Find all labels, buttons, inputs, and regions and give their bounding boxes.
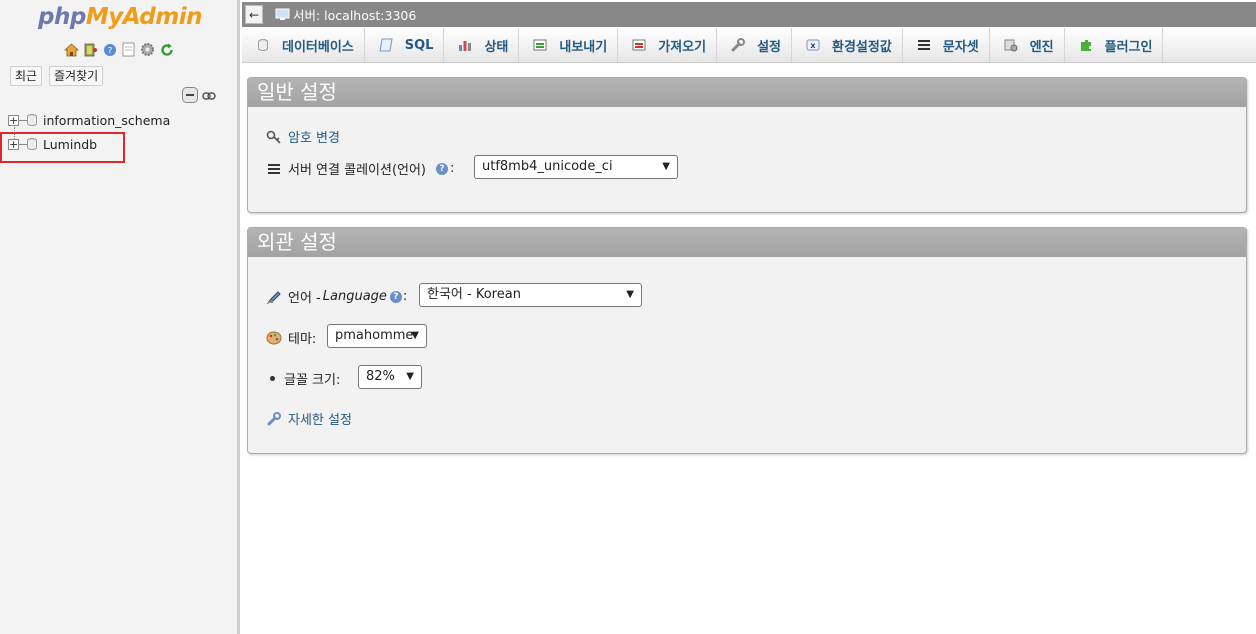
tree-line	[19, 119, 27, 121]
change-password-row: 암호 변경	[266, 127, 340, 146]
change-password-link[interactable]: 암호 변경	[288, 127, 340, 146]
help-icon[interactable]: ?	[102, 42, 117, 57]
status-icon	[458, 38, 472, 52]
more-settings-row: 자세한 설정	[266, 409, 352, 428]
nav-icon-bar: ?	[64, 42, 174, 57]
import-icon	[632, 38, 646, 52]
navigation-panel: phpMyAdmin ? 최근 즐겨찾기 + information_schem…	[0, 0, 240, 634]
tab-engines[interactable]: 엔진	[990, 28, 1065, 62]
appearance-settings-panel: 외관 설정 언어 - Language ? : 한국어 - Korean ▼ 테…	[247, 227, 1247, 454]
panel-title: 일반 설정	[248, 78, 1246, 107]
back-button[interactable]: ←	[245, 5, 263, 24]
recent-button[interactable]: 최근	[10, 66, 43, 86]
tab-variables[interactable]: x 환경설정값	[792, 28, 903, 62]
database-name[interactable]: information_schema	[43, 113, 170, 128]
server-icon	[275, 8, 290, 20]
favorites-button[interactable]: 즐겨찾기	[49, 66, 104, 86]
database-icon	[256, 38, 270, 52]
theme-label: 테마:	[288, 332, 317, 347]
settings-icon[interactable]	[140, 42, 155, 57]
plugin-icon	[1079, 38, 1093, 52]
highlight-annotation	[0, 132, 125, 163]
chevron-down-icon: ▼	[406, 371, 414, 382]
database-icon	[27, 114, 37, 126]
general-settings-panel: 일반 설정 암호 변경 서버 연결 콜레이션(언어) ? : utf8mb4_u…	[247, 77, 1247, 213]
variables-icon: x	[806, 38, 820, 52]
tab-charset[interactable]: 문자셋	[903, 28, 990, 62]
fontsize-label: 글꼴 크기:	[284, 373, 341, 388]
colon-label: :	[402, 289, 408, 304]
help-icon[interactable]: ?	[389, 290, 402, 303]
collation-row: 서버 연결 콜레이션(언어) ? :	[266, 159, 454, 178]
collapse-all-icon[interactable]	[182, 87, 198, 107]
expand-icon[interactable]: +	[8, 114, 19, 126]
tab-settings[interactable]: 설정	[717, 28, 792, 62]
wrench-icon	[266, 411, 282, 427]
palette-icon	[266, 330, 282, 346]
key-icon	[266, 129, 282, 145]
logout-icon[interactable]	[83, 42, 98, 57]
svg-text:x: x	[810, 41, 816, 50]
tab-status[interactable]: 상태	[444, 28, 520, 62]
collation-select[interactable]: utf8mb4_unicode_ci ▼	[474, 155, 678, 179]
link-icon[interactable]	[202, 90, 216, 105]
engine-icon	[1004, 38, 1018, 52]
server-breadcrumb-bar: ← 서버: localhost:3306	[242, 2, 1256, 27]
export-icon	[533, 38, 547, 52]
chevron-down-icon: ▼	[662, 161, 670, 172]
language-row: 언어 - Language ? :	[266, 287, 407, 306]
tab-export[interactable]: 내보내기	[519, 28, 619, 62]
home-icon[interactable]	[64, 42, 79, 57]
docs-icon[interactable]	[121, 42, 136, 57]
collation-label: 서버 연결 콜레이션(언어)	[288, 163, 427, 178]
panel-title: 외관 설정	[248, 228, 1246, 257]
wrench-icon	[731, 38, 746, 52]
fontsize-select[interactable]: 82% ▼	[358, 365, 422, 389]
collation-icon	[266, 161, 282, 177]
bullet-icon	[270, 376, 275, 381]
charset-icon	[917, 38, 931, 52]
more-settings-link[interactable]: 자세한 설정	[288, 409, 352, 428]
server-breadcrumb[interactable]: 서버: localhost:3306	[293, 5, 416, 24]
tab-plugins[interactable]: 플러그인	[1065, 28, 1164, 62]
theme-select[interactable]: pmahomme ▼	[327, 324, 427, 348]
svg-text:?: ?	[107, 46, 112, 56]
sql-icon	[379, 38, 393, 52]
chevron-down-icon: ▼	[411, 330, 419, 341]
colon-label: :	[450, 161, 455, 176]
tab-databases[interactable]: 데이터베이스	[242, 28, 365, 62]
tab-sql[interactable]: SQL	[365, 28, 445, 62]
fontsize-row: 글꼴 크기:	[266, 369, 340, 388]
tree-item-information-schema[interactable]: + information_schema	[8, 111, 170, 129]
language-select[interactable]: 한국어 - Korean ▼	[419, 283, 642, 307]
help-icon[interactable]: ?	[436, 162, 449, 175]
main-tabs: 데이터베이스 SQL 상태 내보내기 가져오기 설정 x 환경설정값 문자셋 엔…	[242, 28, 1256, 63]
language-icon	[266, 289, 282, 305]
language-label: 언어 -	[288, 291, 321, 306]
chevron-down-icon: ▼	[626, 289, 634, 300]
phpmyadmin-logo[interactable]: phpMyAdmin	[38, 4, 202, 30]
tab-import[interactable]: 가져오기	[618, 28, 718, 62]
language-label-italic: Language	[322, 289, 387, 304]
theme-row: 테마:	[266, 328, 316, 347]
reload-icon[interactable]	[159, 42, 174, 57]
